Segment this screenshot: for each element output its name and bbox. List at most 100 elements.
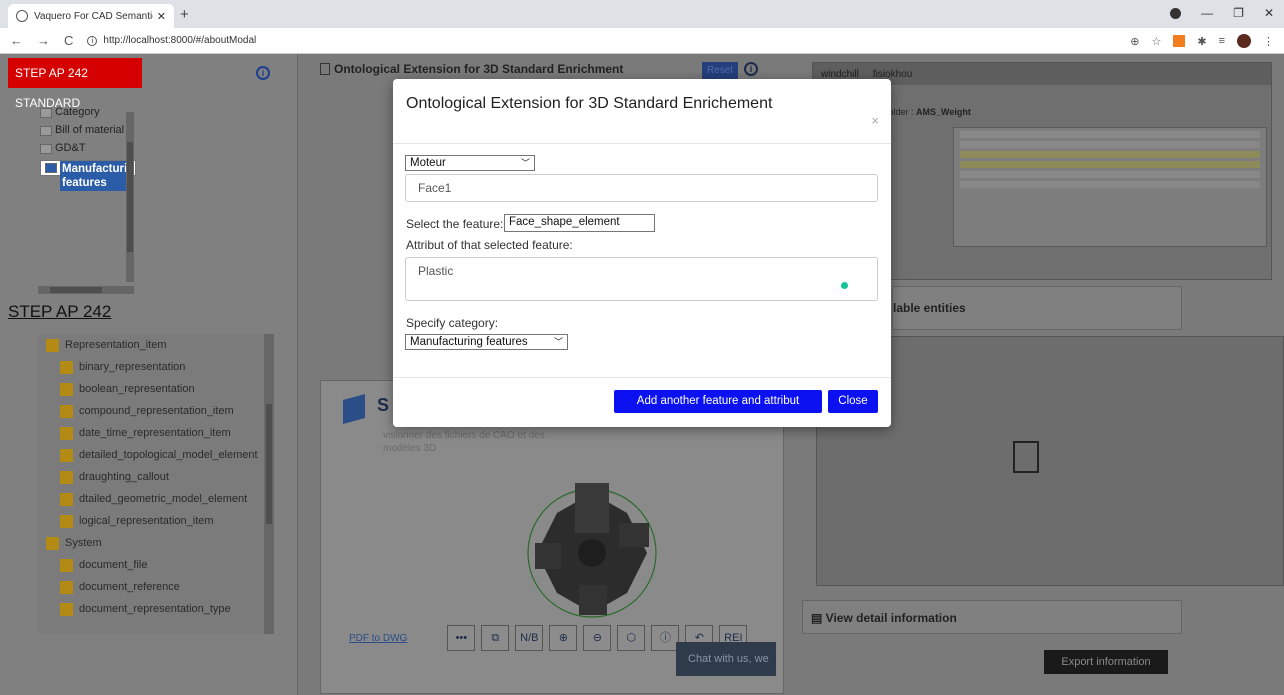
step-heading[interactable]: STEP AP 242 xyxy=(8,302,111,322)
step-entity-item[interactable]: dtailed_geometric_model_element xyxy=(38,488,274,510)
zoom-icon[interactable]: ⊕ xyxy=(1130,35,1139,48)
category-scroll-thumb[interactable] xyxy=(127,142,133,252)
modal-close-button[interactable]: Close xyxy=(828,390,878,413)
step-entity-item[interactable]: detailed_topological_model_element xyxy=(38,444,274,466)
step-standard-button[interactable]: STEP AP 242 STANDARD xyxy=(8,58,142,110)
viewer-tool-button[interactable]: ⊕ xyxy=(549,625,578,651)
pdf-to-dwg-link[interactable]: PDF to DWG xyxy=(349,633,407,644)
step-entity-item[interactable]: document_reference xyxy=(38,576,274,598)
menu-dots-icon[interactable]: ⋮ xyxy=(1263,35,1274,48)
step-list-scrollbar[interactable] xyxy=(264,334,274,634)
chevron-down-icon: ﹀ xyxy=(520,158,530,168)
site-info-icon[interactable]: i xyxy=(87,35,98,46)
step-entity-item[interactable]: date_time_representation_item xyxy=(38,422,274,444)
close-window-icon[interactable]: ✕ xyxy=(1264,6,1274,20)
step-entity-label: dtailed_geometric_model_element xyxy=(79,493,248,505)
windchill-table xyxy=(953,127,1267,247)
add-feature-button[interactable]: Add another feature and attribut xyxy=(614,390,822,413)
chevron-down-icon: ﹀ xyxy=(553,337,563,347)
viewer-tool-button[interactable]: ⧉ xyxy=(481,625,510,651)
entity-folder-icon xyxy=(60,558,73,572)
category-item-label: Category xyxy=(55,106,100,118)
url-field[interactable]: i http://localhost:8000/#/aboutModal xyxy=(87,35,256,46)
entity-folder-icon xyxy=(60,448,73,462)
attribut-textarea[interactable]: Plastic xyxy=(405,257,878,301)
info-icon[interactable]: i xyxy=(256,66,270,80)
new-tab-icon[interactable]: + xyxy=(180,6,189,23)
category-item[interactable]: GD&T xyxy=(40,142,136,154)
step-entity-item[interactable]: boolean_representation xyxy=(38,378,274,400)
entity-folder-icon xyxy=(60,404,73,418)
reload-icon[interactable]: C xyxy=(64,33,73,48)
step-entity-item[interactable]: Representation_item xyxy=(38,334,274,356)
left-panel: STEP AP 242 STANDARD i Category Bill of m… xyxy=(0,54,298,695)
step-entity-item[interactable]: draughting_callout xyxy=(38,466,274,488)
chat-widget[interactable]: Chat with us, we xyxy=(676,642,776,676)
category-item-label: GD&T xyxy=(55,142,86,154)
entity-folder-icon xyxy=(60,382,73,396)
feature-input[interactable]: Face_shape_element xyxy=(504,214,655,232)
viewer-tool-button[interactable]: ••• xyxy=(447,625,476,651)
step-entity-item[interactable]: binary_representation xyxy=(38,356,274,378)
step-entity-label: compound_representation_item xyxy=(79,405,234,417)
minimize-icon[interactable]: — xyxy=(1201,6,1213,20)
window-controls: — ❐ ✕ xyxy=(1170,6,1274,20)
middle-info-icon[interactable]: i xyxy=(744,62,758,76)
puzzle-icon[interactable]: ✱ xyxy=(1197,35,1206,48)
modal-close-icon[interactable]: × xyxy=(871,113,879,128)
step-entity-item[interactable]: System xyxy=(38,532,274,554)
view-detail-header: ▤ View detail information xyxy=(802,600,1182,634)
step-entity-label: logical_representation_item xyxy=(79,515,214,527)
folder-icon xyxy=(45,163,57,173)
tab-close-icon[interactable]: ✕ xyxy=(157,10,166,23)
step-entity-label: System xyxy=(65,537,102,549)
step-list-scroll-thumb[interactable] xyxy=(266,404,272,524)
category-label: Specify category: xyxy=(406,316,499,330)
step-entity-label: document_file xyxy=(79,559,148,571)
step-entity-item[interactable]: document_file xyxy=(38,554,274,576)
folder-name: AMS_Weight xyxy=(916,107,971,117)
viewer-tool-button[interactable]: ⬡ xyxy=(617,625,646,651)
reading-list-icon[interactable]: ≡ xyxy=(1219,35,1225,47)
browser-tab[interactable]: Vaquero For CAD Semantic Enric ✕ xyxy=(8,4,174,28)
modal-title: Ontological Extension for 3D Standard En… xyxy=(406,95,773,112)
category-item[interactable]: Manufacturi features xyxy=(40,160,136,191)
step-entity-label: document_representation_type xyxy=(79,603,231,615)
face-input[interactable]: Face1 xyxy=(405,174,878,202)
windchill-folder: Folder : AMS_Weight xyxy=(883,107,971,117)
broken-image-icon xyxy=(1013,441,1039,473)
modal-footer-divider xyxy=(393,377,891,378)
step-entity-item[interactable]: logical_representation_item xyxy=(38,510,274,532)
profile-dot-icon[interactable] xyxy=(1170,8,1182,19)
restore-icon[interactable]: ❐ xyxy=(1233,6,1244,20)
source-select-value: Moteur xyxy=(410,157,446,169)
category-select[interactable]: Manufacturing features ﹀ xyxy=(405,334,568,350)
export-information-button[interactable]: Export information xyxy=(1044,650,1168,674)
viewer-logo xyxy=(343,394,365,424)
category-hscroll-thumb[interactable] xyxy=(50,287,102,293)
back-icon[interactable]: ← xyxy=(10,33,23,48)
select-feature-label: Select the feature: xyxy=(406,217,504,231)
category-item-label: Bill of material xyxy=(55,124,125,136)
forward-icon[interactable]: → xyxy=(37,33,50,48)
category-hscrollbar[interactable] xyxy=(38,286,134,294)
viewer-tool-button[interactable]: ⊖ xyxy=(583,625,612,651)
step-entity-item[interactable]: compound_representation_item xyxy=(38,400,274,422)
step-entity-label: binary_representation xyxy=(79,361,186,373)
tab-favicon-icon xyxy=(16,10,28,22)
step-entity-item[interactable]: document_representation_type xyxy=(38,598,274,620)
category-scrollbar[interactable] xyxy=(126,112,134,282)
viewer-tool-button[interactable]: N/B xyxy=(515,625,544,651)
category-item[interactable]: Bill of material xyxy=(40,124,136,136)
user-avatar[interactable] xyxy=(1237,34,1251,48)
browser-tab-strip: Vaquero For CAD Semantic Enric ✕ + — ❐ ✕ xyxy=(0,0,1284,28)
category-item[interactable]: Category xyxy=(40,106,136,118)
reset-button[interactable]: Reset xyxy=(702,62,738,80)
folder-icon xyxy=(40,126,52,136)
extension-icon[interactable] xyxy=(1173,35,1186,47)
document-icon xyxy=(320,63,330,75)
source-select[interactable]: Moteur ﹀ xyxy=(405,155,535,171)
bookmark-star-icon[interactable]: ☆ xyxy=(1151,35,1161,48)
cad-model-preview[interactable] xyxy=(517,473,667,623)
grammarly-icon[interactable] xyxy=(841,282,848,289)
